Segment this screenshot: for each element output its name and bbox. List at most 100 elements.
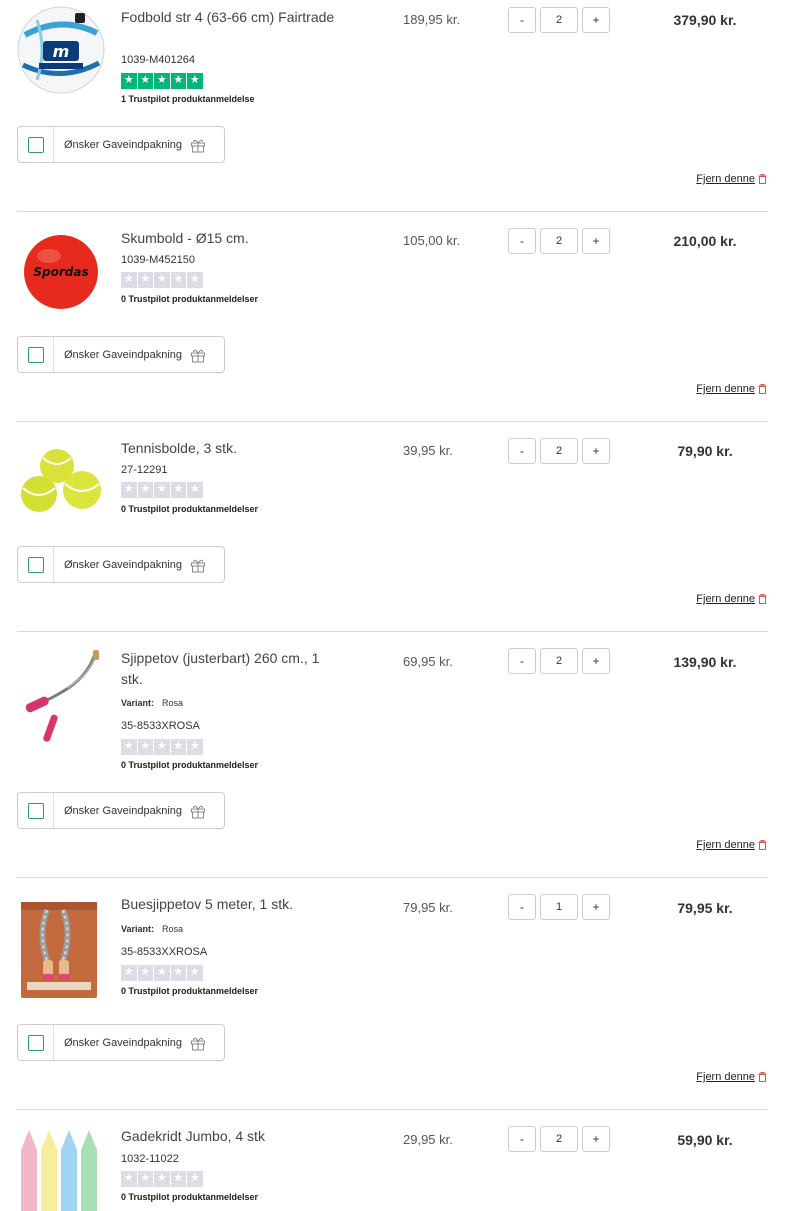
product-image[interactable] — [17, 648, 105, 742]
remove-item-link[interactable]: Fjern denne — [696, 839, 767, 851]
gift-icon — [191, 139, 206, 152]
increase-quantity-button[interactable]: + — [582, 894, 610, 920]
product-image[interactable] — [17, 896, 105, 998]
star-icon: ★ — [187, 1171, 203, 1187]
star-icon: ★ — [154, 1171, 170, 1187]
trustpilot-reviews[interactable]: 0 Trustpilot produktanmeldelser — [121, 1192, 258, 1202]
gift-wrap-option[interactable]: Ønsker Gaveindpakning — [17, 126, 225, 163]
product-sku: 1032-11022 — [121, 1153, 179, 1165]
product-image[interactable] — [17, 440, 105, 528]
remove-item-link[interactable]: Fjern denne — [696, 593, 767, 605]
unit-price: 69,95 kr. — [403, 654, 453, 669]
gift-wrap-checkbox[interactable] — [27, 1034, 44, 1051]
trustpilot-stars: ★ ★ ★ ★ ★ — [121, 73, 203, 89]
quantity-input[interactable]: 2 — [540, 438, 578, 464]
star-icon: ★ — [121, 965, 137, 981]
product-title[interactable]: Buesjippetov 5 meter, 1 stk. — [121, 894, 336, 915]
line-total: 59,90 kr. — [677, 1132, 733, 1148]
decrease-quantity-button[interactable]: - — [508, 894, 536, 920]
remove-item-link[interactable]: Fjern denne — [696, 173, 767, 185]
quantity-input[interactable]: 2 — [540, 1126, 578, 1152]
star-icon: ★ — [170, 482, 186, 498]
star-icon: ★ — [187, 73, 203, 89]
star-icon: ★ — [187, 965, 203, 981]
item-divider — [17, 877, 768, 878]
star-icon: ★ — [154, 965, 170, 981]
line-total: 210,00 kr. — [673, 233, 737, 249]
product-sku: 35-8533XROSA — [121, 720, 200, 732]
product-title[interactable]: Gadekridt Jumbo, 4 stk — [121, 1126, 336, 1147]
line-total: 139,90 kr. — [673, 654, 737, 670]
trash-icon — [758, 174, 767, 184]
product-title[interactable]: Fodbold str 4 (63-66 cm) Fairtrade — [121, 7, 336, 28]
gift-icon — [191, 349, 206, 362]
svg-text:m: m — [53, 42, 70, 61]
quantity-input[interactable]: 2 — [540, 648, 578, 674]
decrease-quantity-button[interactable]: - — [508, 648, 536, 674]
item-divider — [17, 211, 768, 212]
trustpilot-reviews[interactable]: 0 Trustpilot produktanmeldelser — [121, 760, 258, 770]
remove-item-label: Fjern denne — [696, 383, 755, 395]
star-icon: ★ — [137, 73, 153, 89]
star-icon: ★ — [121, 73, 137, 89]
gift-wrap-option[interactable]: Ønsker Gaveindpakning — [17, 792, 225, 829]
increase-quantity-button[interactable]: + — [582, 228, 610, 254]
remove-item-link[interactable]: Fjern denne — [696, 1071, 767, 1083]
quantity-input[interactable]: 1 — [540, 894, 578, 920]
increase-quantity-button[interactable]: + — [582, 7, 610, 33]
increase-quantity-button[interactable]: + — [582, 648, 610, 674]
gift-wrap-checkbox[interactable] — [27, 802, 44, 819]
gift-wrap-checkbox[interactable] — [27, 346, 44, 363]
product-title[interactable]: Sjippetov (justerbart) 260 cm., 1 stk. — [121, 648, 336, 690]
gift-wrap-option[interactable]: Ønsker Gaveindpakning — [17, 1024, 225, 1061]
decrease-quantity-button[interactable]: - — [508, 228, 536, 254]
product-image[interactable]: Spordas — [17, 228, 105, 316]
trustpilot-stars: ★ ★ ★ ★ ★ — [121, 739, 203, 755]
trustpilot-reviews[interactable]: 0 Trustpilot produktanmeldelser — [121, 504, 258, 514]
trustpilot-stars: ★ ★ ★ ★ ★ — [121, 965, 203, 981]
increase-quantity-button[interactable]: + — [582, 1126, 610, 1152]
quantity-stepper: - 1 + — [508, 894, 610, 920]
product-title[interactable]: Tennisbolde, 3 stk. — [121, 438, 336, 459]
item-divider — [17, 1109, 768, 1110]
product-image[interactable] — [17, 1128, 105, 1211]
quantity-input[interactable]: 2 — [540, 7, 578, 33]
star-icon: ★ — [137, 482, 153, 498]
increase-quantity-button[interactable]: + — [582, 438, 610, 464]
gift-wrap-label: Ønsker Gaveindpakning — [64, 138, 183, 151]
trustpilot-stars: ★ ★ ★ ★ ★ — [121, 1171, 203, 1187]
product-title[interactable]: Skumbold - Ø15 cm. — [121, 228, 336, 249]
trustpilot-stars: ★ ★ ★ ★ ★ — [121, 482, 203, 498]
trustpilot-reviews[interactable]: 1 Trustpilot produktanmeldelse — [121, 94, 255, 104]
quantity-stepper: - 2 + — [508, 648, 610, 674]
star-icon: ★ — [121, 482, 137, 498]
quantity-input[interactable]: 2 — [540, 228, 578, 254]
trustpilot-reviews[interactable]: 0 Trustpilot produktanmeldelser — [121, 294, 258, 304]
product-image[interactable]: m — [17, 5, 105, 94]
variant-value: Rosa — [162, 924, 184, 934]
line-total: 79,90 kr. — [677, 443, 733, 459]
decrease-quantity-button[interactable]: - — [508, 438, 536, 464]
decrease-quantity-button[interactable]: - — [508, 7, 536, 33]
unit-price: 105,00 kr. — [403, 233, 461, 248]
unit-price: 189,95 kr. — [403, 12, 461, 27]
star-icon: ★ — [154, 73, 170, 89]
line-total: 79,95 kr. — [677, 900, 733, 916]
gift-wrap-checkbox[interactable] — [27, 556, 44, 573]
star-icon: ★ — [137, 1171, 153, 1187]
star-icon: ★ — [170, 1171, 186, 1187]
trustpilot-reviews[interactable]: 0 Trustpilot produktanmeldelser — [121, 986, 258, 996]
gift-wrap-label: Ønsker Gaveindpakning — [64, 804, 183, 817]
gift-wrap-checkbox[interactable] — [27, 136, 44, 153]
star-icon: ★ — [170, 272, 186, 288]
trash-icon — [758, 1072, 767, 1082]
star-icon: ★ — [154, 272, 170, 288]
gift-icon — [191, 559, 206, 572]
quantity-stepper: - 2 + — [508, 7, 610, 33]
gift-wrap-option[interactable]: Ønsker Gaveindpakning — [17, 336, 225, 373]
star-icon: ★ — [121, 1171, 137, 1187]
gift-wrap-option[interactable]: Ønsker Gaveindpakning — [17, 546, 225, 583]
decrease-quantity-button[interactable]: - — [508, 1126, 536, 1152]
remove-item-link[interactable]: Fjern denne — [696, 383, 767, 395]
remove-item-label: Fjern denne — [696, 1071, 755, 1083]
